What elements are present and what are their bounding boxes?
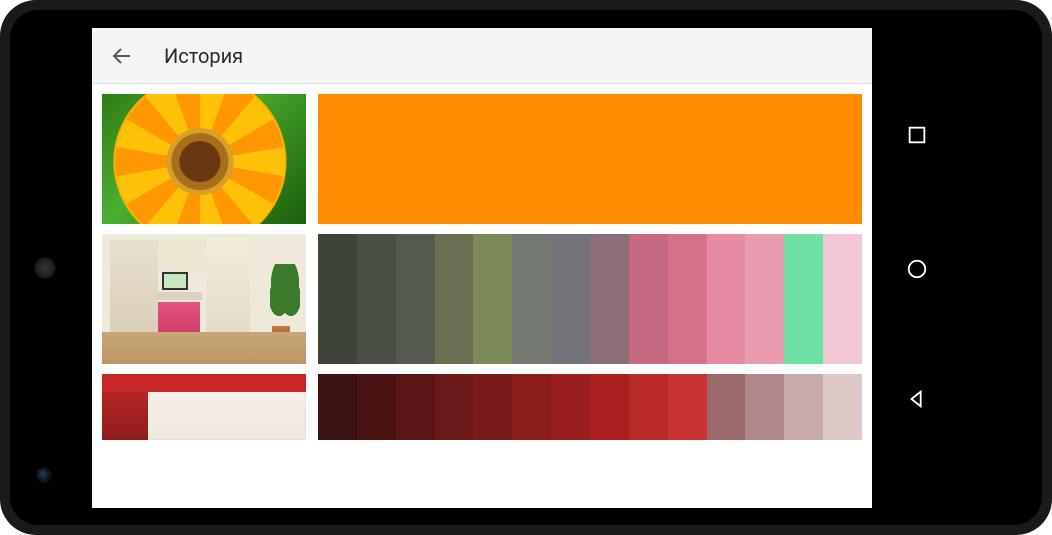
- palette-swatch[interactable]: [590, 374, 629, 440]
- history-palette[interactable]: [318, 374, 862, 440]
- palette-swatch[interactable]: [435, 234, 474, 364]
- nav-home-icon[interactable]: [906, 258, 928, 280]
- history-item[interactable]: [92, 84, 872, 224]
- palette-swatch[interactable]: [318, 374, 357, 440]
- palette-swatch[interactable]: [357, 374, 396, 440]
- palette-swatch[interactable]: [551, 374, 590, 440]
- palette-swatch[interactable]: [784, 234, 823, 364]
- palette-swatch[interactable]: [707, 374, 746, 440]
- palette-swatch[interactable]: [512, 374, 551, 440]
- palette-swatch[interactable]: [473, 234, 512, 364]
- device-speaker: [34, 257, 56, 279]
- nav-back-icon[interactable]: [906, 388, 928, 410]
- palette-swatch[interactable]: [668, 374, 707, 440]
- history-palette[interactable]: [318, 234, 862, 364]
- palette-swatch[interactable]: [318, 234, 357, 364]
- history-palette[interactable]: [318, 94, 862, 224]
- nav-recent-icon[interactable]: [906, 124, 928, 146]
- palette-swatch[interactable]: [784, 374, 823, 440]
- palette-swatch[interactable]: [435, 374, 474, 440]
- back-button[interactable]: [110, 44, 134, 68]
- history-item[interactable]: [92, 224, 872, 364]
- palette-swatch[interactable]: [396, 374, 435, 440]
- palette-swatch[interactable]: [629, 374, 668, 440]
- palette-swatch[interactable]: [745, 374, 784, 440]
- history-thumbnail[interactable]: [102, 94, 306, 224]
- palette-swatch[interactable]: [668, 234, 707, 364]
- system-nav-bar: [872, 28, 962, 508]
- palette-swatch[interactable]: [318, 94, 862, 224]
- history-thumbnail[interactable]: [102, 234, 306, 364]
- palette-swatch[interactable]: [551, 234, 590, 364]
- app-bar: История: [92, 28, 872, 84]
- palette-swatch[interactable]: [823, 374, 862, 440]
- device-camera: [38, 469, 50, 481]
- history-thumbnail[interactable]: [102, 374, 306, 440]
- page-title: История: [164, 44, 243, 68]
- palette-swatch[interactable]: [590, 234, 629, 364]
- palette-swatch[interactable]: [512, 234, 551, 364]
- app-screen: История: [92, 28, 872, 508]
- history-list[interactable]: [92, 84, 872, 508]
- history-item[interactable]: [92, 364, 872, 440]
- palette-swatch[interactable]: [357, 234, 396, 364]
- palette-swatch[interactable]: [823, 234, 862, 364]
- palette-swatch[interactable]: [707, 234, 746, 364]
- palette-swatch[interactable]: [629, 234, 668, 364]
- device-frame: История: [0, 0, 1052, 535]
- palette-swatch[interactable]: [396, 234, 435, 364]
- palette-swatch[interactable]: [473, 374, 512, 440]
- palette-swatch[interactable]: [745, 234, 784, 364]
